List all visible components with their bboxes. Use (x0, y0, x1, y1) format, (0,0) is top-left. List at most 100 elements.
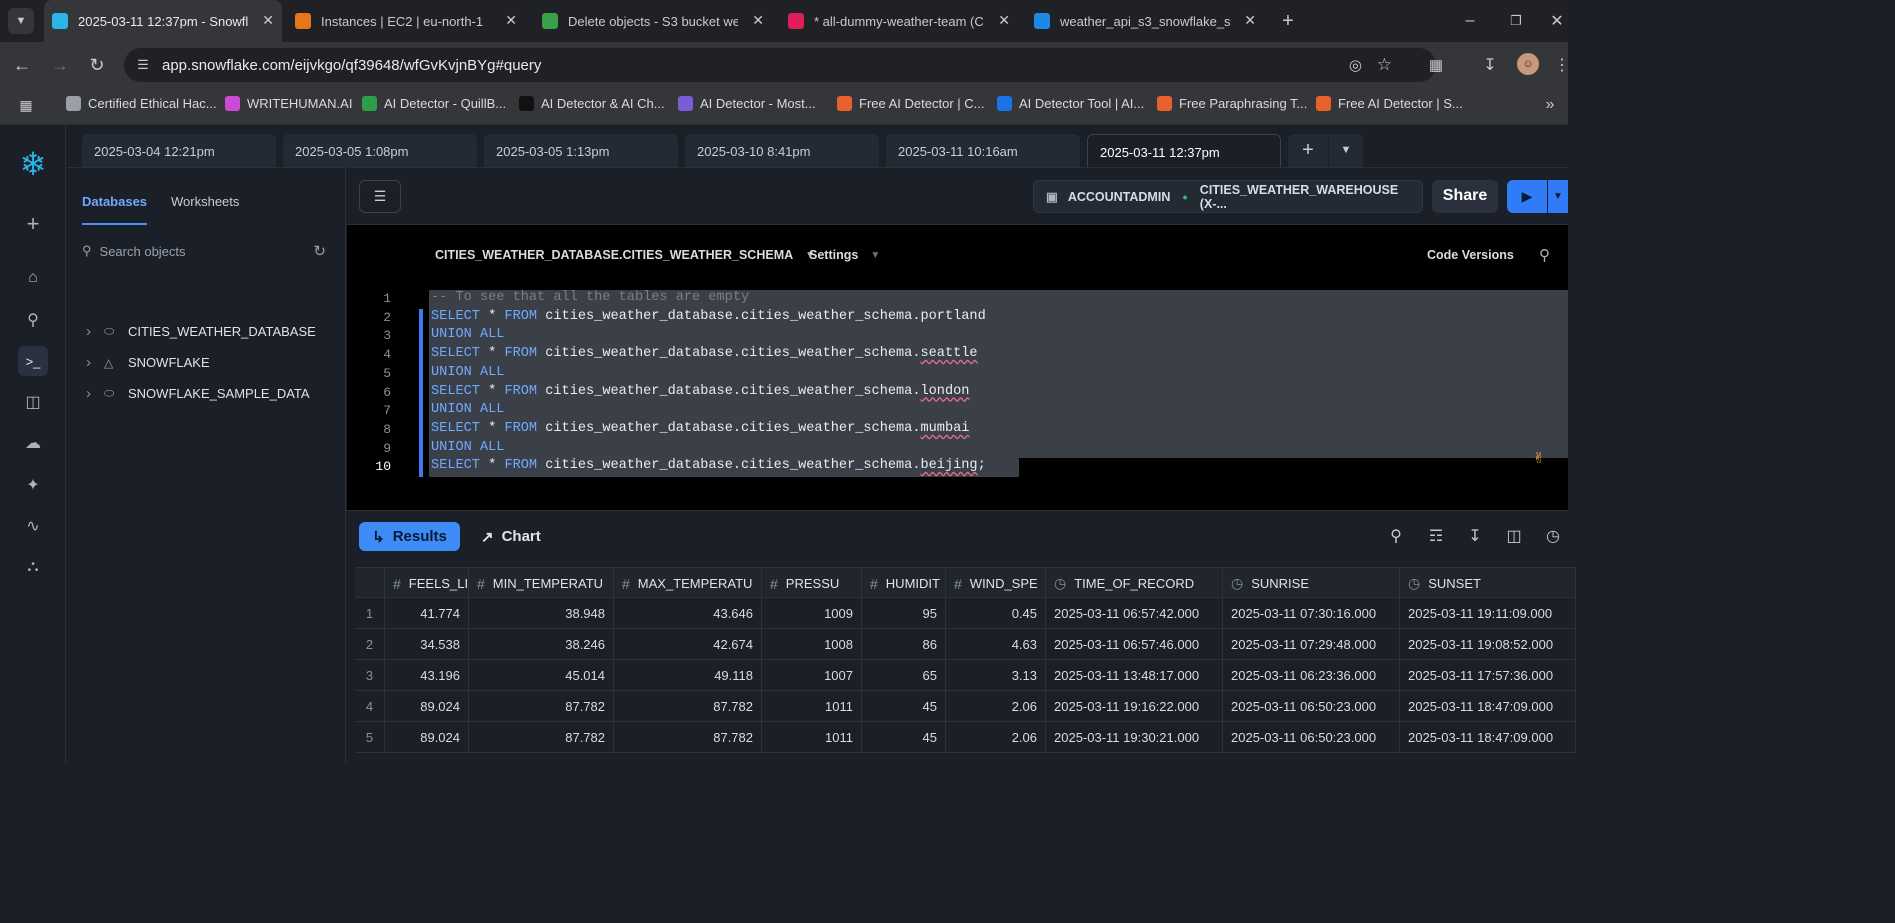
bookmark-star-icon[interactable]: ☆ (1377, 55, 1392, 75)
worksheet-tab[interactable]: 2025-03-05 1:08pm (283, 134, 477, 167)
bookmark-item[interactable]: AI Detector & AI Ch... (519, 96, 665, 111)
table-cell[interactable]: 87.782 (469, 691, 614, 722)
column-header[interactable]: ◷ SUNRISE (1223, 568, 1400, 599)
column-header[interactable]: ◷ TIME_OF_RECORD (1046, 568, 1223, 599)
worksheet-tab[interactable]: 2025-03-04 12:21pm (82, 134, 276, 167)
tab-close-icon[interactable]: ✕ (262, 12, 274, 29)
bookmark-item[interactable]: Free AI Detector | S... (1316, 96, 1463, 111)
schema-selector[interactable]: CITIES_WEATHER_DATABASE.CITIES_WEATHER_S… (435, 248, 815, 262)
database-tree-item[interactable]: › ⬭ CITIES_WEATHER_DATABASE (86, 323, 316, 340)
worksheet-list-chevron-icon[interactable]: ▼ (1329, 134, 1363, 167)
table-cell[interactable]: 89.024 (385, 691, 469, 722)
monitoring-activity-icon[interactable]: ∿ (18, 511, 48, 541)
editor-search-icon[interactable]: ⚲ (1539, 246, 1550, 264)
table-cell[interactable]: 87.782 (614, 691, 762, 722)
settings-menu[interactable]: Settings ▼ (809, 248, 880, 262)
worksheet-tab[interactable]: 2025-03-11 12:37pm (1087, 134, 1281, 167)
bookmark-item[interactable]: Free Paraphrasing T... (1157, 96, 1307, 111)
table-row[interactable]: 2 34.538 38.246 42.674 1008 86 4.63 2025-03-11 … (355, 629, 1576, 660)
search-icon[interactable]: ⚲ (18, 305, 48, 335)
tab-search-button[interactable]: ▼ (8, 8, 34, 34)
table-row[interactable]: 5 89.024 87.782 87.782 1011 45 2.06 2025-03-11 … (355, 722, 1576, 753)
data-database-icon[interactable]: ◫ (18, 387, 48, 417)
tab-close-icon[interactable]: ✕ (998, 12, 1010, 29)
browser-tab[interactable]: Delete objects - S3 bucket weat ✕ (534, 6, 772, 36)
table-cell[interactable]: 95 (862, 598, 946, 629)
table-row[interactable]: 1 41.774 38.948 43.646 1009 95 0.45 2025-03-11 … (355, 598, 1576, 629)
tab-close-icon[interactable]: ✕ (1244, 12, 1256, 29)
tab-close-icon[interactable]: ✕ (505, 12, 517, 29)
column-header[interactable]: # MIN_TEMPERATU (469, 568, 614, 599)
profile-avatar[interactable]: ☺ (1517, 53, 1539, 75)
assistant-widget-icon[interactable]: ✌ (1533, 447, 1544, 469)
table-cell[interactable]: 1011 (762, 691, 862, 722)
columns-icon[interactable]: ☶ (1425, 525, 1447, 547)
table-cell[interactable]: 2025-03-11 07:30:16.000 (1223, 598, 1400, 629)
worksheet-tab[interactable]: 2025-03-10 8:41pm (685, 134, 879, 167)
extensions-icon[interactable]: ▦ (1424, 53, 1448, 77)
table-cell[interactable]: 2025-03-11 07:29:48.000 (1223, 629, 1400, 660)
table-cell[interactable]: 0.45 (946, 598, 1046, 629)
table-cell[interactable]: 2025-03-11 19:11:09.000 (1400, 598, 1576, 629)
table-cell[interactable]: 2025-03-11 18:47:09.000 (1400, 691, 1576, 722)
table-cell[interactable]: 4.63 (946, 629, 1046, 660)
table-cell[interactable]: 45 (862, 722, 946, 753)
data-products-cloud-icon[interactable]: ☁ (18, 428, 48, 458)
table-cell[interactable]: 2025-03-11 06:23:36.000 (1223, 660, 1400, 691)
bookmark-item[interactable]: AI Detector - QuillB... (362, 96, 506, 111)
browser-tab[interactable]: weather_api_s3_snowflake_slack ✕ (1026, 6, 1264, 36)
table-cell[interactable]: 2025-03-11 06:50:23.000 (1223, 722, 1400, 753)
database-tree-item[interactable]: › ⬭ SNOWFLAKE_SAMPLE_DATA (86, 385, 310, 402)
tab-close-icon[interactable]: ✕ (752, 12, 764, 29)
column-header[interactable]: ◷ SUNSET (1400, 568, 1576, 599)
split-view-icon[interactable]: ◫ (1503, 525, 1525, 547)
site-info-icon[interactable]: ☰ (124, 57, 162, 73)
table-cell[interactable]: 2025-03-11 06:50:23.000 (1223, 691, 1400, 722)
table-cell[interactable]: 38.948 (469, 598, 614, 629)
download-results-icon[interactable]: ↧ (1464, 525, 1486, 547)
browser-tab[interactable]: 2025-03-11 12:37pm - Snowflake ✕ (44, 0, 282, 42)
table-cell[interactable]: 2025-03-11 17:57:36.000 (1400, 660, 1576, 691)
database-tree-item[interactable]: › △ SNOWFLAKE (86, 354, 210, 371)
home-icon[interactable]: ⌂ (18, 263, 48, 293)
table-cell[interactable]: 87.782 (469, 722, 614, 753)
column-header[interactable]: # FEELS_LI (385, 568, 469, 599)
table-cell[interactable]: 34.538 (385, 629, 469, 660)
filter-sliders-button[interactable]: ☰ (359, 180, 401, 213)
table-cell[interactable]: 87.782 (614, 722, 762, 753)
code-versions-button[interactable]: Code Versions (1427, 248, 1514, 262)
table-row[interactable]: 3 43.196 45.014 49.118 1007 65 3.13 2025-03-11 … (355, 660, 1576, 691)
run-button[interactable]: ▶ (1507, 180, 1547, 213)
refresh-icon[interactable]: ↻ (313, 242, 326, 260)
column-header[interactable]: # MAX_TEMPERATU (614, 568, 762, 599)
table-cell[interactable]: 2.06 (946, 691, 1046, 722)
table-cell[interactable]: 43.196 (385, 660, 469, 691)
table-cell[interactable]: 2.06 (946, 722, 1046, 753)
new-tab-button[interactable]: + (1276, 9, 1300, 33)
history-clock-icon[interactable]: ◷ (1542, 525, 1564, 547)
tab-worksheets[interactable]: Worksheets (171, 194, 239, 209)
table-cell[interactable]: 42.674 (614, 629, 762, 660)
bookmark-item[interactable]: AI Detector Tool | AI... (997, 96, 1144, 111)
column-header[interactable]: # HUMIDIT (862, 568, 946, 599)
table-cell[interactable]: 3.13 (946, 660, 1046, 691)
bookmark-item[interactable]: AI Detector - Most... (678, 96, 816, 111)
table-cell[interactable]: 86 (862, 629, 946, 660)
table-cell[interactable]: 1008 (762, 629, 862, 660)
url-field[interactable]: ☰ app.snowflake.com/eijvkgo/qf39648/wfGv… (124, 48, 1436, 82)
create-plus-icon[interactable]: + (18, 209, 48, 239)
download-icon[interactable]: ↧ (1478, 53, 1502, 77)
bookmark-item[interactable]: Certified Ethical Hac... (66, 96, 217, 111)
tab-databases[interactable]: Databases (82, 194, 147, 209)
bookmark-item[interactable]: WRITEHUMAN.AI (225, 96, 352, 111)
table-cell[interactable]: 41.774 (385, 598, 469, 629)
tab-chart[interactable]: ↗ Chart (481, 522, 541, 551)
table-cell[interactable]: 2025-03-11 19:08:52.000 (1400, 629, 1576, 660)
role-warehouse-selector[interactable]: ▣ ACCOUNTADMIN ● CITIES_WEATHER_WAREHOUS… (1033, 180, 1423, 213)
minimize-window-button[interactable]: – (1458, 9, 1482, 33)
apps-grid-icon[interactable]: ▦ (16, 95, 36, 115)
worksheet-tab[interactable]: 2025-03-05 1:13pm (484, 134, 678, 167)
more-bookmarks-icon[interactable]: » (1540, 95, 1560, 115)
back-icon[interactable]: ← (10, 53, 34, 77)
table-cell[interactable]: 45.014 (469, 660, 614, 691)
